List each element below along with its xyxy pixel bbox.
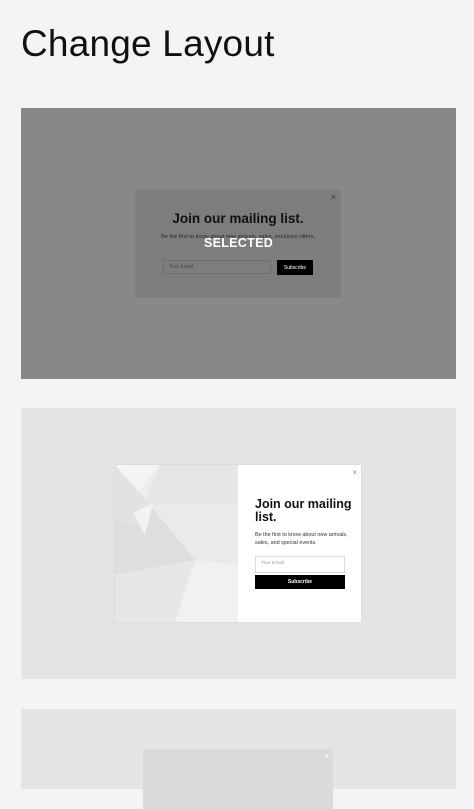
email-field: Your Email <box>163 260 271 274</box>
email-placeholder: Your Email <box>261 561 285 566</box>
selected-badge: SELECTED <box>203 236 274 250</box>
layout-option-centered[interactable]: × Join our mailing list. Be the first to… <box>21 108 456 379</box>
subscribe-button: Subscribe <box>277 260 313 275</box>
popup-title: Join our mailing list. <box>255 497 352 524</box>
layout-option-split[interactable]: × Join our mailing list. Be the first to… <box>21 408 456 679</box>
email-placeholder: Your Email <box>169 264 193 270</box>
close-icon: × <box>324 752 329 761</box>
close-icon: × <box>352 468 357 477</box>
popup-preview: × <box>143 749 333 809</box>
page-title: Change Layout <box>21 23 275 64</box>
popup-preview: × Join our mailing list. Be the first to… <box>115 465 361 622</box>
popup-description: Be the first to know about new arrivals,… <box>255 532 348 546</box>
subscribe-button: Subscribe <box>255 575 345 589</box>
email-field: Your Email <box>255 556 345 573</box>
geometric-image <box>115 465 238 622</box>
close-icon: × <box>330 192 336 202</box>
popup-title: Join our mailing list. <box>172 211 304 226</box>
layout-option-third[interactable]: × <box>21 709 456 809</box>
